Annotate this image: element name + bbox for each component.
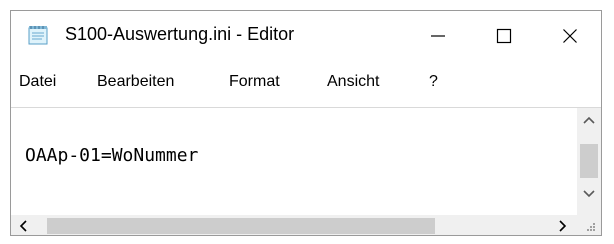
- maximize-button[interactable]: [471, 11, 537, 61]
- chevron-up-icon[interactable]: [577, 108, 601, 132]
- resize-grip-icon: [583, 219, 597, 233]
- chevron-left-icon[interactable]: [11, 215, 35, 235]
- text-editor[interactable]: OAAp-01=WoNummer: [11, 108, 577, 215]
- vertical-scrollbar[interactable]: [577, 108, 601, 215]
- menu-format[interactable]: Format: [229, 73, 280, 91]
- menu-help[interactable]: ?: [429, 73, 438, 91]
- notepad-window: S100-Auswertung.ini - Editor Datei Bearb…: [10, 10, 602, 236]
- horizontal-scroll-thumb[interactable]: [47, 218, 435, 234]
- menu-bar: Datei Bearbeiten Format Ansicht ?: [11, 69, 601, 99]
- minimize-button[interactable]: [405, 11, 471, 61]
- menu-datei[interactable]: Datei: [19, 73, 56, 91]
- horizontal-scrollbar[interactable]: [11, 215, 577, 235]
- close-button[interactable]: [537, 11, 601, 61]
- chevron-right-icon[interactable]: [551, 215, 575, 235]
- maximize-icon: [496, 28, 512, 44]
- vertical-scroll-thumb[interactable]: [580, 144, 598, 178]
- chevron-down-icon[interactable]: [577, 182, 601, 206]
- editor-content: OAAp-01=WoNummer: [25, 145, 199, 166]
- minimize-icon: [430, 28, 446, 44]
- menu-ansicht[interactable]: Ansicht: [327, 73, 379, 91]
- window-title: S100-Auswertung.ini - Editor: [65, 24, 295, 44]
- notepad-icon: [27, 25, 49, 45]
- menu-bearbeiten[interactable]: Bearbeiten: [97, 73, 174, 91]
- title-bar[interactable]: S100-Auswertung.ini - Editor: [11, 11, 601, 61]
- close-icon: [562, 28, 578, 44]
- resize-grip[interactable]: [577, 215, 601, 235]
